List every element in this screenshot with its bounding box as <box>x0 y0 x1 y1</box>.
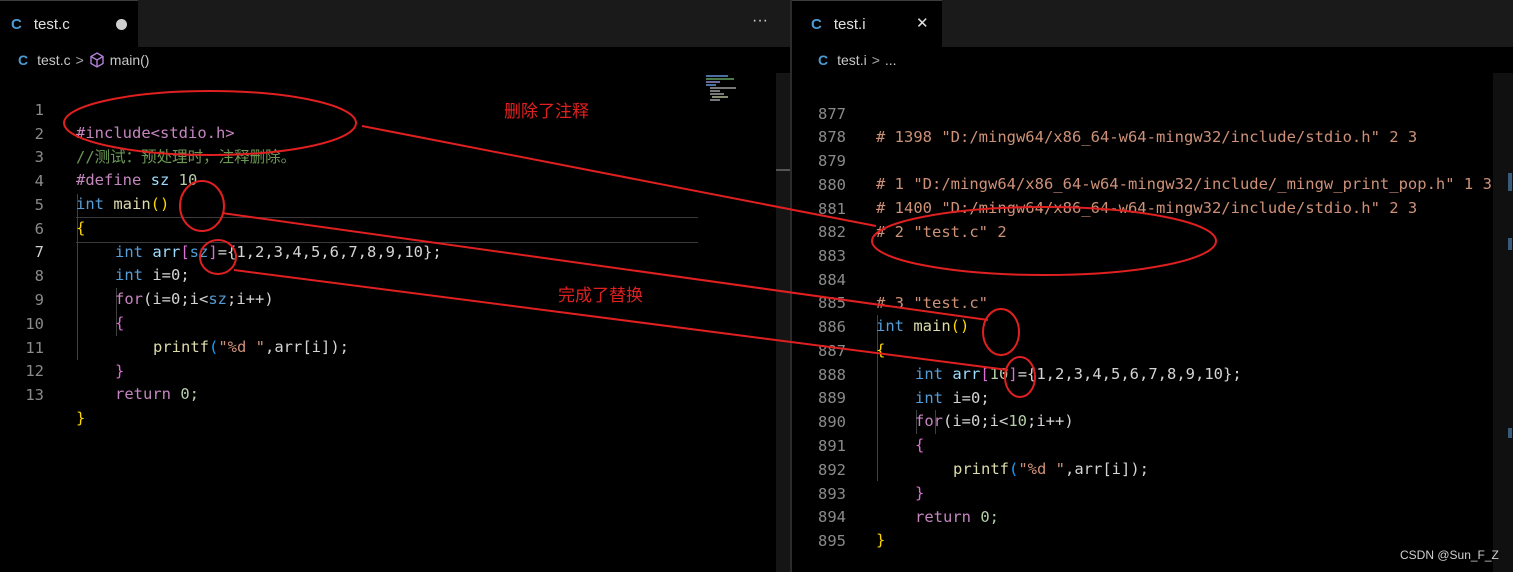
annotation-comment-removed: 删除了注释 <box>504 102 589 122</box>
annotation-overlay <box>63 90 1217 398</box>
sz-highlight-circle <box>179 180 225 232</box>
sz-highlight-circle <box>199 239 237 275</box>
arrow-line <box>361 125 877 227</box>
comment-highlight-ellipse <box>63 90 357 156</box>
watermark: CSDN @Sun_F_Z <box>1400 548 1499 562</box>
ten-highlight-circle <box>982 308 1020 356</box>
ten-highlight-circle <box>1004 356 1036 398</box>
annotation-replaced: 完成了替换 <box>558 286 643 306</box>
removed-area-ellipse <box>871 206 1217 276</box>
